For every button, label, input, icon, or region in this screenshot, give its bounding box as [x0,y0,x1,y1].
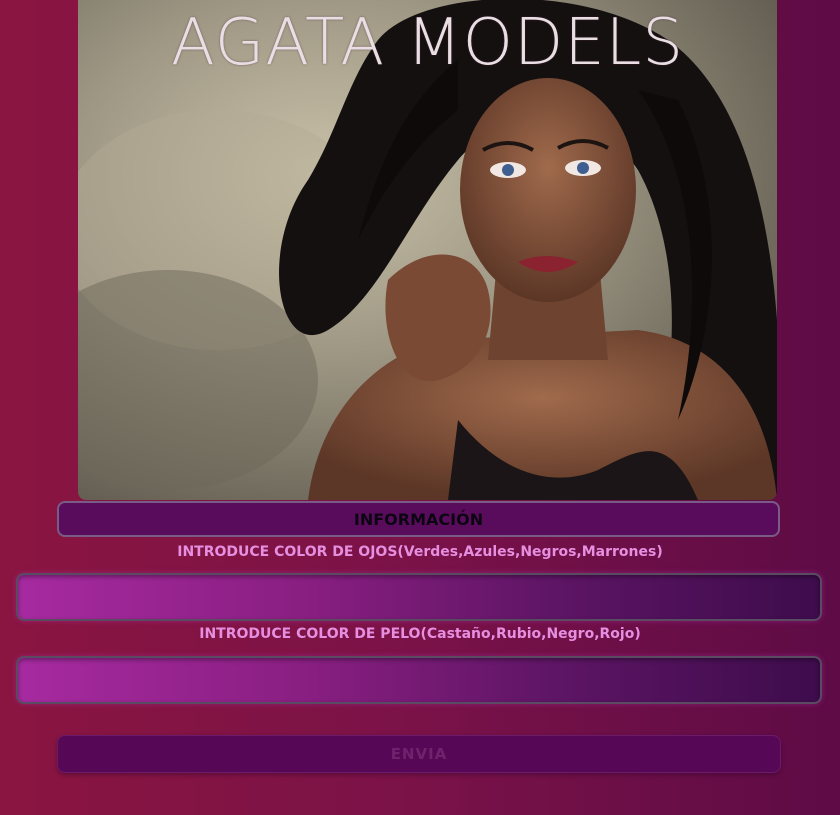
hair-color-input[interactable] [16,656,822,704]
info-header-label: INFORMACIÓN [353,509,484,529]
brand-title: AGATA MODELS [171,6,684,80]
submit-button[interactable]: ENVIA [57,735,781,773]
eye-color-label: INTRODUCE COLOR DE OJOS(Verdes,Azules,Ne… [177,544,663,560]
hero-photo: AGATA MODELS [78,0,777,500]
hair-color-label: INTRODUCE COLOR DE PELO(Castaño,Rubio,Ne… [199,626,641,642]
eye-color-input[interactable] [16,573,822,621]
info-header: INFORMACIÓN [57,501,780,537]
